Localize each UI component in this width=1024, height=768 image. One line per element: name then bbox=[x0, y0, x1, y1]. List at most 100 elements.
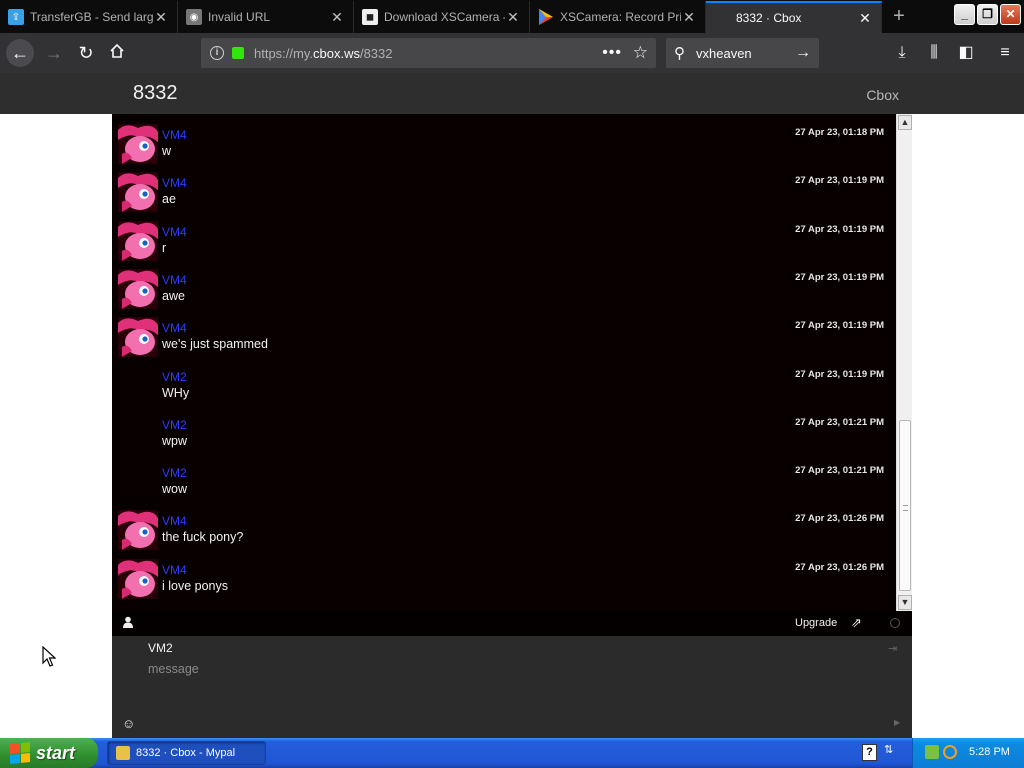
upgrade-link[interactable]: Upgrade bbox=[795, 617, 837, 629]
restore-button[interactable]: ❐ bbox=[977, 4, 998, 25]
lock-icon[interactable] bbox=[232, 47, 244, 59]
message-text: the fuck pony? bbox=[162, 530, 244, 544]
message-username[interactable]: VM4 bbox=[162, 321, 187, 335]
message-username[interactable]: VM2 bbox=[162, 370, 187, 384]
library-icon[interactable]: ⫼ bbox=[922, 41, 946, 65]
forward-button[interactable]: → bbox=[40, 39, 68, 67]
message-username[interactable]: VM4 bbox=[162, 176, 187, 190]
tray-app-icon[interactable] bbox=[925, 745, 939, 759]
pony-avatar-icon[interactable] bbox=[118, 317, 158, 357]
chat-message: VM4 i love ponys 27 Apr 23, 01:26 PM bbox=[112, 549, 895, 599]
chat-message: VM4 r 27 Apr 23, 01:19 PM bbox=[112, 211, 895, 261]
message-text: awe bbox=[162, 289, 185, 303]
login-icon[interactable]: ⇥ bbox=[888, 642, 897, 655]
close-tab-icon[interactable]: ✕ bbox=[857, 10, 873, 27]
chat-message: VM4 ae 27 Apr 23, 01:19 PM bbox=[112, 162, 895, 212]
chat-box: VM4 w 27 Apr 23, 01:18 PM VM4 ae 27 Apr 23, 0… bbox=[112, 114, 912, 738]
new-tab-button[interactable]: + bbox=[888, 6, 910, 28]
info-icon[interactable]: i bbox=[210, 46, 224, 60]
home-button[interactable] bbox=[103, 39, 131, 67]
system-tray: 5:28 PM bbox=[912, 738, 1024, 768]
message-username[interactable]: VM4 bbox=[162, 128, 187, 142]
message-username[interactable]: VM2 bbox=[162, 418, 187, 432]
post-arrow-icon[interactable]: ▶ bbox=[894, 718, 900, 727]
post-name[interactable]: VM2 bbox=[148, 641, 173, 655]
message-username[interactable]: VM4 bbox=[162, 273, 187, 287]
message-timestamp: 27 Apr 23, 01:21 PM bbox=[795, 417, 884, 428]
back-arrow-icon: ← bbox=[11, 42, 29, 63]
close-tab-icon[interactable]: ✕ bbox=[153, 9, 169, 26]
message-list[interactable]: VM4 w 27 Apr 23, 01:18 PM VM4 ae 27 Apr 23, 0… bbox=[112, 114, 895, 611]
back-button[interactable]: ← bbox=[6, 39, 34, 67]
message-timestamp: 27 Apr 23, 01:19 PM bbox=[795, 369, 884, 380]
search-go-arrow-icon[interactable]: → bbox=[795, 44, 811, 62]
pony-avatar-icon[interactable] bbox=[118, 221, 158, 261]
message-username[interactable]: VM4 bbox=[162, 225, 187, 239]
minimize-button[interactable]: _ bbox=[954, 4, 975, 25]
url-bar[interactable]: i https://my.cbox.ws/8332 ••• ☆ bbox=[201, 38, 656, 68]
pony-avatar-icon[interactable] bbox=[118, 124, 158, 164]
message-timestamp: 27 Apr 23, 01:26 PM bbox=[795, 562, 884, 573]
message-timestamp: 27 Apr 23, 01:19 PM bbox=[795, 320, 884, 331]
smiley-icon[interactable]: ☺ bbox=[122, 716, 135, 731]
tab-xscamera-play[interactable]: XSCamera: Record Prin ✕ bbox=[530, 1, 706, 33]
message-scrollbar[interactable]: ▲ ▼ bbox=[896, 114, 912, 611]
message-timestamp: 27 Apr 23, 01:21 PM bbox=[795, 465, 884, 476]
url-text: https://my.cbox.ws/8332 bbox=[254, 45, 393, 61]
scroll-down-arrow-icon[interactable]: ▼ bbox=[898, 595, 912, 610]
pony-avatar-icon[interactable] bbox=[118, 269, 158, 309]
message-timestamp: 27 Apr 23, 01:19 PM bbox=[795, 272, 884, 283]
search-icon: ⚲ bbox=[674, 45, 685, 62]
tab-transfergb[interactable]: ⇪ TransferGB - Send large ✕ bbox=[0, 1, 178, 33]
chat-message: VM2 WHy 27 Apr 23, 01:19 PM bbox=[112, 356, 895, 404]
cbox-brand-link[interactable]: Cbox bbox=[866, 87, 899, 103]
search-input[interactable]: vxheaven bbox=[696, 46, 752, 61]
message-username[interactable]: VM4 bbox=[162, 563, 187, 577]
user-icon[interactable] bbox=[122, 616, 136, 630]
message-username[interactable]: VM4 bbox=[162, 514, 187, 528]
close-tab-icon[interactable]: ✕ bbox=[329, 9, 345, 26]
message-timestamp: 27 Apr 23, 01:19 PM bbox=[795, 175, 884, 186]
google-play-icon bbox=[538, 9, 554, 25]
help-icon[interactable]: ? bbox=[862, 744, 877, 761]
bookmark-star-icon[interactable]: ☆ bbox=[633, 43, 648, 63]
pony-avatar-icon[interactable] bbox=[118, 172, 158, 212]
tray-search-icon[interactable] bbox=[943, 745, 957, 759]
globe-icon: ◉ bbox=[186, 9, 202, 25]
chat-message: VM4 awe 27 Apr 23, 01:19 PM bbox=[112, 259, 895, 309]
reload-icon: ↻ bbox=[78, 42, 94, 63]
close-tab-icon[interactable]: ✕ bbox=[681, 9, 697, 26]
tab-invalid-url[interactable]: ◉ Invalid URL ✕ bbox=[178, 1, 354, 33]
scroll-up-arrow-icon[interactable]: ▲ bbox=[898, 115, 912, 130]
downloads-icon[interactable]: ⤓ bbox=[890, 41, 914, 65]
chat-message: VM4 we's just spammed 27 Apr 23, 01:19 PM bbox=[112, 307, 895, 357]
message-text: wpw bbox=[162, 434, 188, 448]
page-actions-icon[interactable]: ••• bbox=[602, 44, 622, 62]
sidebar-icon[interactable]: ◧ bbox=[954, 41, 978, 65]
pony-avatar-icon[interactable] bbox=[118, 559, 158, 599]
scrollbar-thumb[interactable] bbox=[899, 420, 911, 591]
network-icon[interactable]: ⇅ bbox=[884, 743, 893, 756]
transfergb-icon: ⇪ bbox=[8, 9, 24, 25]
close-tab-icon[interactable]: ✕ bbox=[505, 9, 521, 26]
taskbar-item-mypal[interactable]: 8332 · Cbox - Mypal bbox=[107, 741, 266, 765]
external-link-icon[interactable]: ⇗ bbox=[851, 615, 862, 631]
windows-flag-icon bbox=[10, 741, 30, 765]
message-input[interactable] bbox=[148, 662, 848, 676]
tab-download-xscamera[interactable]: ◼ Download XSCamera - U ✕ bbox=[354, 1, 530, 33]
reload-button[interactable]: ↻ bbox=[72, 39, 100, 67]
status-circle-icon[interactable] bbox=[890, 618, 900, 628]
chat-message: VM4 w 27 Apr 23, 01:18 PM bbox=[112, 114, 895, 164]
pony-avatar-icon[interactable] bbox=[118, 510, 158, 550]
menu-icon[interactable]: ≡ bbox=[993, 41, 1017, 65]
close-window-button[interactable]: ✕ bbox=[1000, 4, 1021, 25]
search-bar[interactable]: ⚲ vxheaven → bbox=[666, 38, 819, 68]
tab-strip: ⇪ TransferGB - Send large ✕ ◉ Invalid UR… bbox=[0, 0, 1024, 33]
chat-message: VM2 wow 27 Apr 23, 01:21 PM bbox=[112, 452, 895, 500]
start-button[interactable]: start bbox=[0, 738, 98, 768]
message-username[interactable]: VM2 bbox=[162, 466, 187, 480]
tab-cbox-active[interactable]: 8332 · Cbox ✕ bbox=[706, 1, 882, 33]
clock: 5:28 PM bbox=[969, 746, 1010, 758]
site-header: 8332 Cbox bbox=[0, 73, 1024, 114]
windows-taskbar: start 8332 · Cbox - Mypal ? ⇅ 5:28 PM bbox=[0, 738, 1024, 768]
